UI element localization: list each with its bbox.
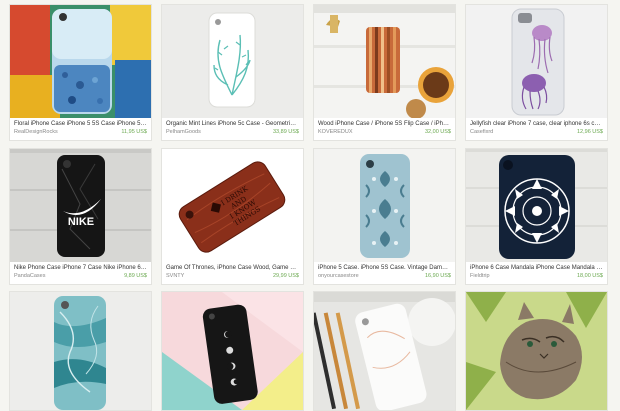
listing-price: 33,89 US$ <box>273 129 299 135</box>
listing-title[interactable]: Organic Mint Lines iPhone 5c Case - Geom… <box>166 120 299 128</box>
listing-grid: Floral iPhone Case iPhone 5 5S Case iPho… <box>0 0 620 411</box>
listing-meta: iPhone 6 Case Mandala iPhone Case Mandal… <box>470 264 603 284</box>
listing-meta: iPhone 5 Case. iPhone 5S Case. Vintage D… <box>318 264 451 284</box>
listing-image-floral-case[interactable] <box>10 5 151 118</box>
listing-shop[interactable]: SVNTY <box>166 273 184 280</box>
listing-card[interactable]: I DRINK AND I KNOW THINGS Game Of Throne… <box>161 148 304 285</box>
listing-meta: Floral iPhone Case iPhone 5 5S Case iPho… <box>14 120 147 140</box>
listing-card[interactable] <box>465 291 608 411</box>
listing-title[interactable]: Game Of Thrones, iPhone Case Wood, Game … <box>166 264 299 272</box>
listing-card[interactable]: iPhone 5 Case. iPhone 5S Case. Vintage D… <box>313 148 456 285</box>
nike-case-text: NIKE <box>68 216 94 228</box>
listing-price: 16,90 US$ <box>425 273 451 279</box>
listing-shop[interactable]: PelhamGoods <box>166 129 201 136</box>
listing-card[interactable]: Wood iPhone Case / iPhone 5S Flip Case /… <box>313 4 456 141</box>
listing-image-jellyfish-case[interactable] <box>466 5 607 118</box>
listing-shop[interactable]: Casefixrd <box>470 129 493 136</box>
listing-card[interactable]: iPhone 6 Case Mandala iPhone Case Mandal… <box>465 148 608 285</box>
listing-image-mint-lines-case[interactable] <box>162 5 303 118</box>
listing-price: 9,89 US$ <box>124 273 147 279</box>
listing-card[interactable]: Floral iPhone Case iPhone 5 5S Case iPho… <box>9 4 152 141</box>
listing-title[interactable]: Jellyfish clear iPhone 7 case, clear iph… <box>470 120 603 128</box>
listing-image-moon-phase-case[interactable] <box>162 292 303 410</box>
listing-shop[interactable]: RealDesignRocks <box>14 129 58 136</box>
listing-meta: Organic Mint Lines iPhone 5c Case - Geom… <box>166 120 299 140</box>
listing-shop[interactable]: onyourcasestore <box>318 273 359 280</box>
listing-card[interactable]: Organic Mint Lines iPhone 5c Case - Geom… <box>161 4 304 141</box>
listing-image-mandala-case[interactable] <box>466 149 607 262</box>
listing-card[interactable]: Jellyfish clear iPhone 7 case, clear iph… <box>465 4 608 141</box>
listing-price: 18,00 US$ <box>577 273 603 279</box>
listing-shop[interactable]: PandaCases <box>14 273 46 280</box>
listing-image-white-marble-case[interactable] <box>314 292 455 410</box>
listing-price: 29,99 US$ <box>273 273 299 279</box>
listing-price: 32,00 US$ <box>425 129 451 135</box>
listing-meta: Jellyfish clear iPhone 7 case, clear iph… <box>470 120 603 140</box>
listing-title[interactable]: Floral iPhone Case iPhone 5 5S Case iPho… <box>14 120 147 128</box>
listing-title[interactable]: Nike Phone Case iPhone 7 Case Nike iPhon… <box>14 264 147 272</box>
listing-title[interactable]: iPhone 6 Case Mandala iPhone Case Mandal… <box>470 264 603 272</box>
listing-title[interactable]: Wood iPhone Case / iPhone 5S Flip Case /… <box>318 120 451 128</box>
listing-title[interactable]: iPhone 5 Case. iPhone 5S Case. Vintage D… <box>318 264 451 272</box>
listing-image-cat-illustration-case[interactable] <box>466 292 607 410</box>
listing-image-wood-thrones-case[interactable]: I DRINK AND I KNOW THINGS <box>162 149 303 262</box>
listing-meta: Game Of Thrones, iPhone Case Wood, Game … <box>166 264 299 284</box>
listing-meta: Nike Phone Case iPhone 7 Case Nike iPhon… <box>14 264 147 284</box>
listing-shop[interactable]: Fieldtrip <box>470 273 490 280</box>
listing-card[interactable] <box>161 291 304 411</box>
listing-image-marble-case[interactable] <box>10 292 151 410</box>
listing-card[interactable] <box>9 291 152 411</box>
listing-price: 11,95 US$ <box>121 129 147 135</box>
listing-price: 12,96 US$ <box>577 129 603 135</box>
listing-image-damask-case[interactable] <box>314 149 455 262</box>
listing-image-wood-flip-case[interactable] <box>314 5 455 118</box>
listing-card[interactable] <box>313 291 456 411</box>
listing-meta: Wood iPhone Case / iPhone 5S Flip Case /… <box>318 120 451 140</box>
listing-shop[interactable]: KOVEREDUX <box>318 129 353 136</box>
listing-image-nike-case[interactable]: NIKE <box>10 149 151 262</box>
listing-card[interactable]: NIKE Nike Phone Case iPhone 7 Case Nike … <box>9 148 152 285</box>
